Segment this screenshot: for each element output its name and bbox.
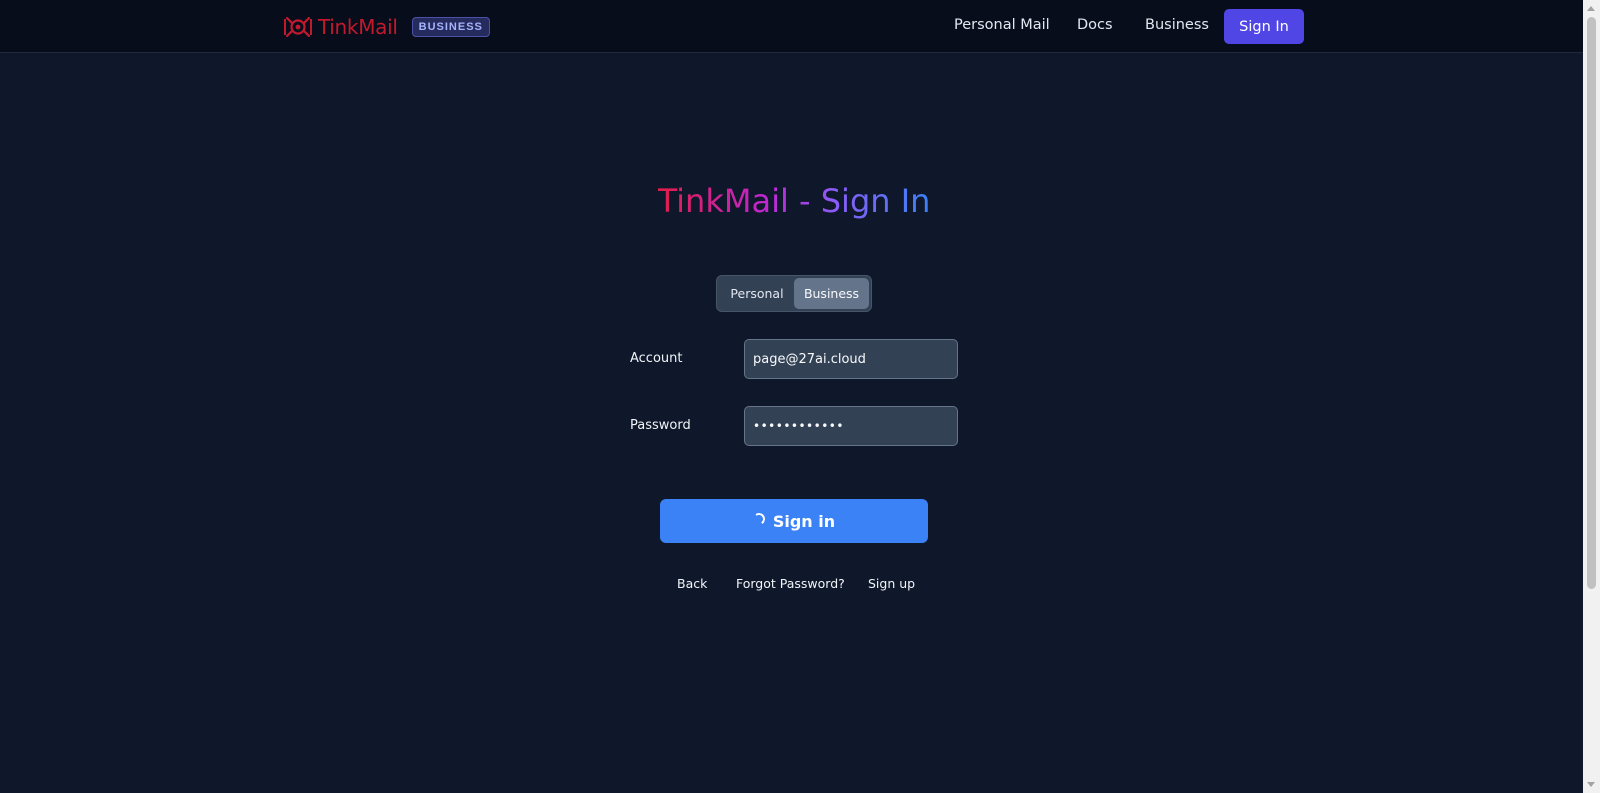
tinkmail-logo-icon [284,16,312,38]
sign-in-button[interactable]: Sign in [660,499,928,543]
back-link[interactable]: Back [677,576,707,591]
nav-link-docs[interactable]: Docs [1077,17,1113,33]
brand[interactable]: TinkMail BUSINESS [284,12,490,42]
top-navbar: TinkMail BUSINESS Personal Mail Docs Bus… [0,0,1583,53]
loading-spinner-icon [751,511,766,526]
page-scrollbar[interactable] [1583,0,1600,793]
password-input[interactable] [744,406,958,446]
forgot-password-link[interactable]: Forgot Password? [736,576,845,591]
account-type-toggle: Personal Business [716,275,872,312]
nav-link-personal-mail[interactable]: Personal Mail [954,17,1050,33]
brand-name: TinkMail [318,15,398,39]
nav-link-business[interactable]: Business [1145,17,1209,33]
business-badge: BUSINESS [411,17,490,37]
page-title: TinkMail - Sign In [657,182,931,220]
sign-in-button-label: Sign in [772,511,836,531]
account-type-business[interactable]: Business [794,278,869,309]
account-label: Account [630,351,683,366]
scroll-thumb[interactable] [1587,17,1596,589]
nav-signin-button[interactable]: Sign In [1224,9,1304,44]
sign-up-link[interactable]: Sign up [868,576,915,591]
scroll-up-arrow-icon[interactable] [1587,6,1595,11]
account-input[interactable] [744,339,958,379]
account-type-personal[interactable]: Personal [720,278,794,309]
scroll-down-arrow-icon[interactable] [1587,782,1595,787]
password-label: Password [630,418,691,433]
